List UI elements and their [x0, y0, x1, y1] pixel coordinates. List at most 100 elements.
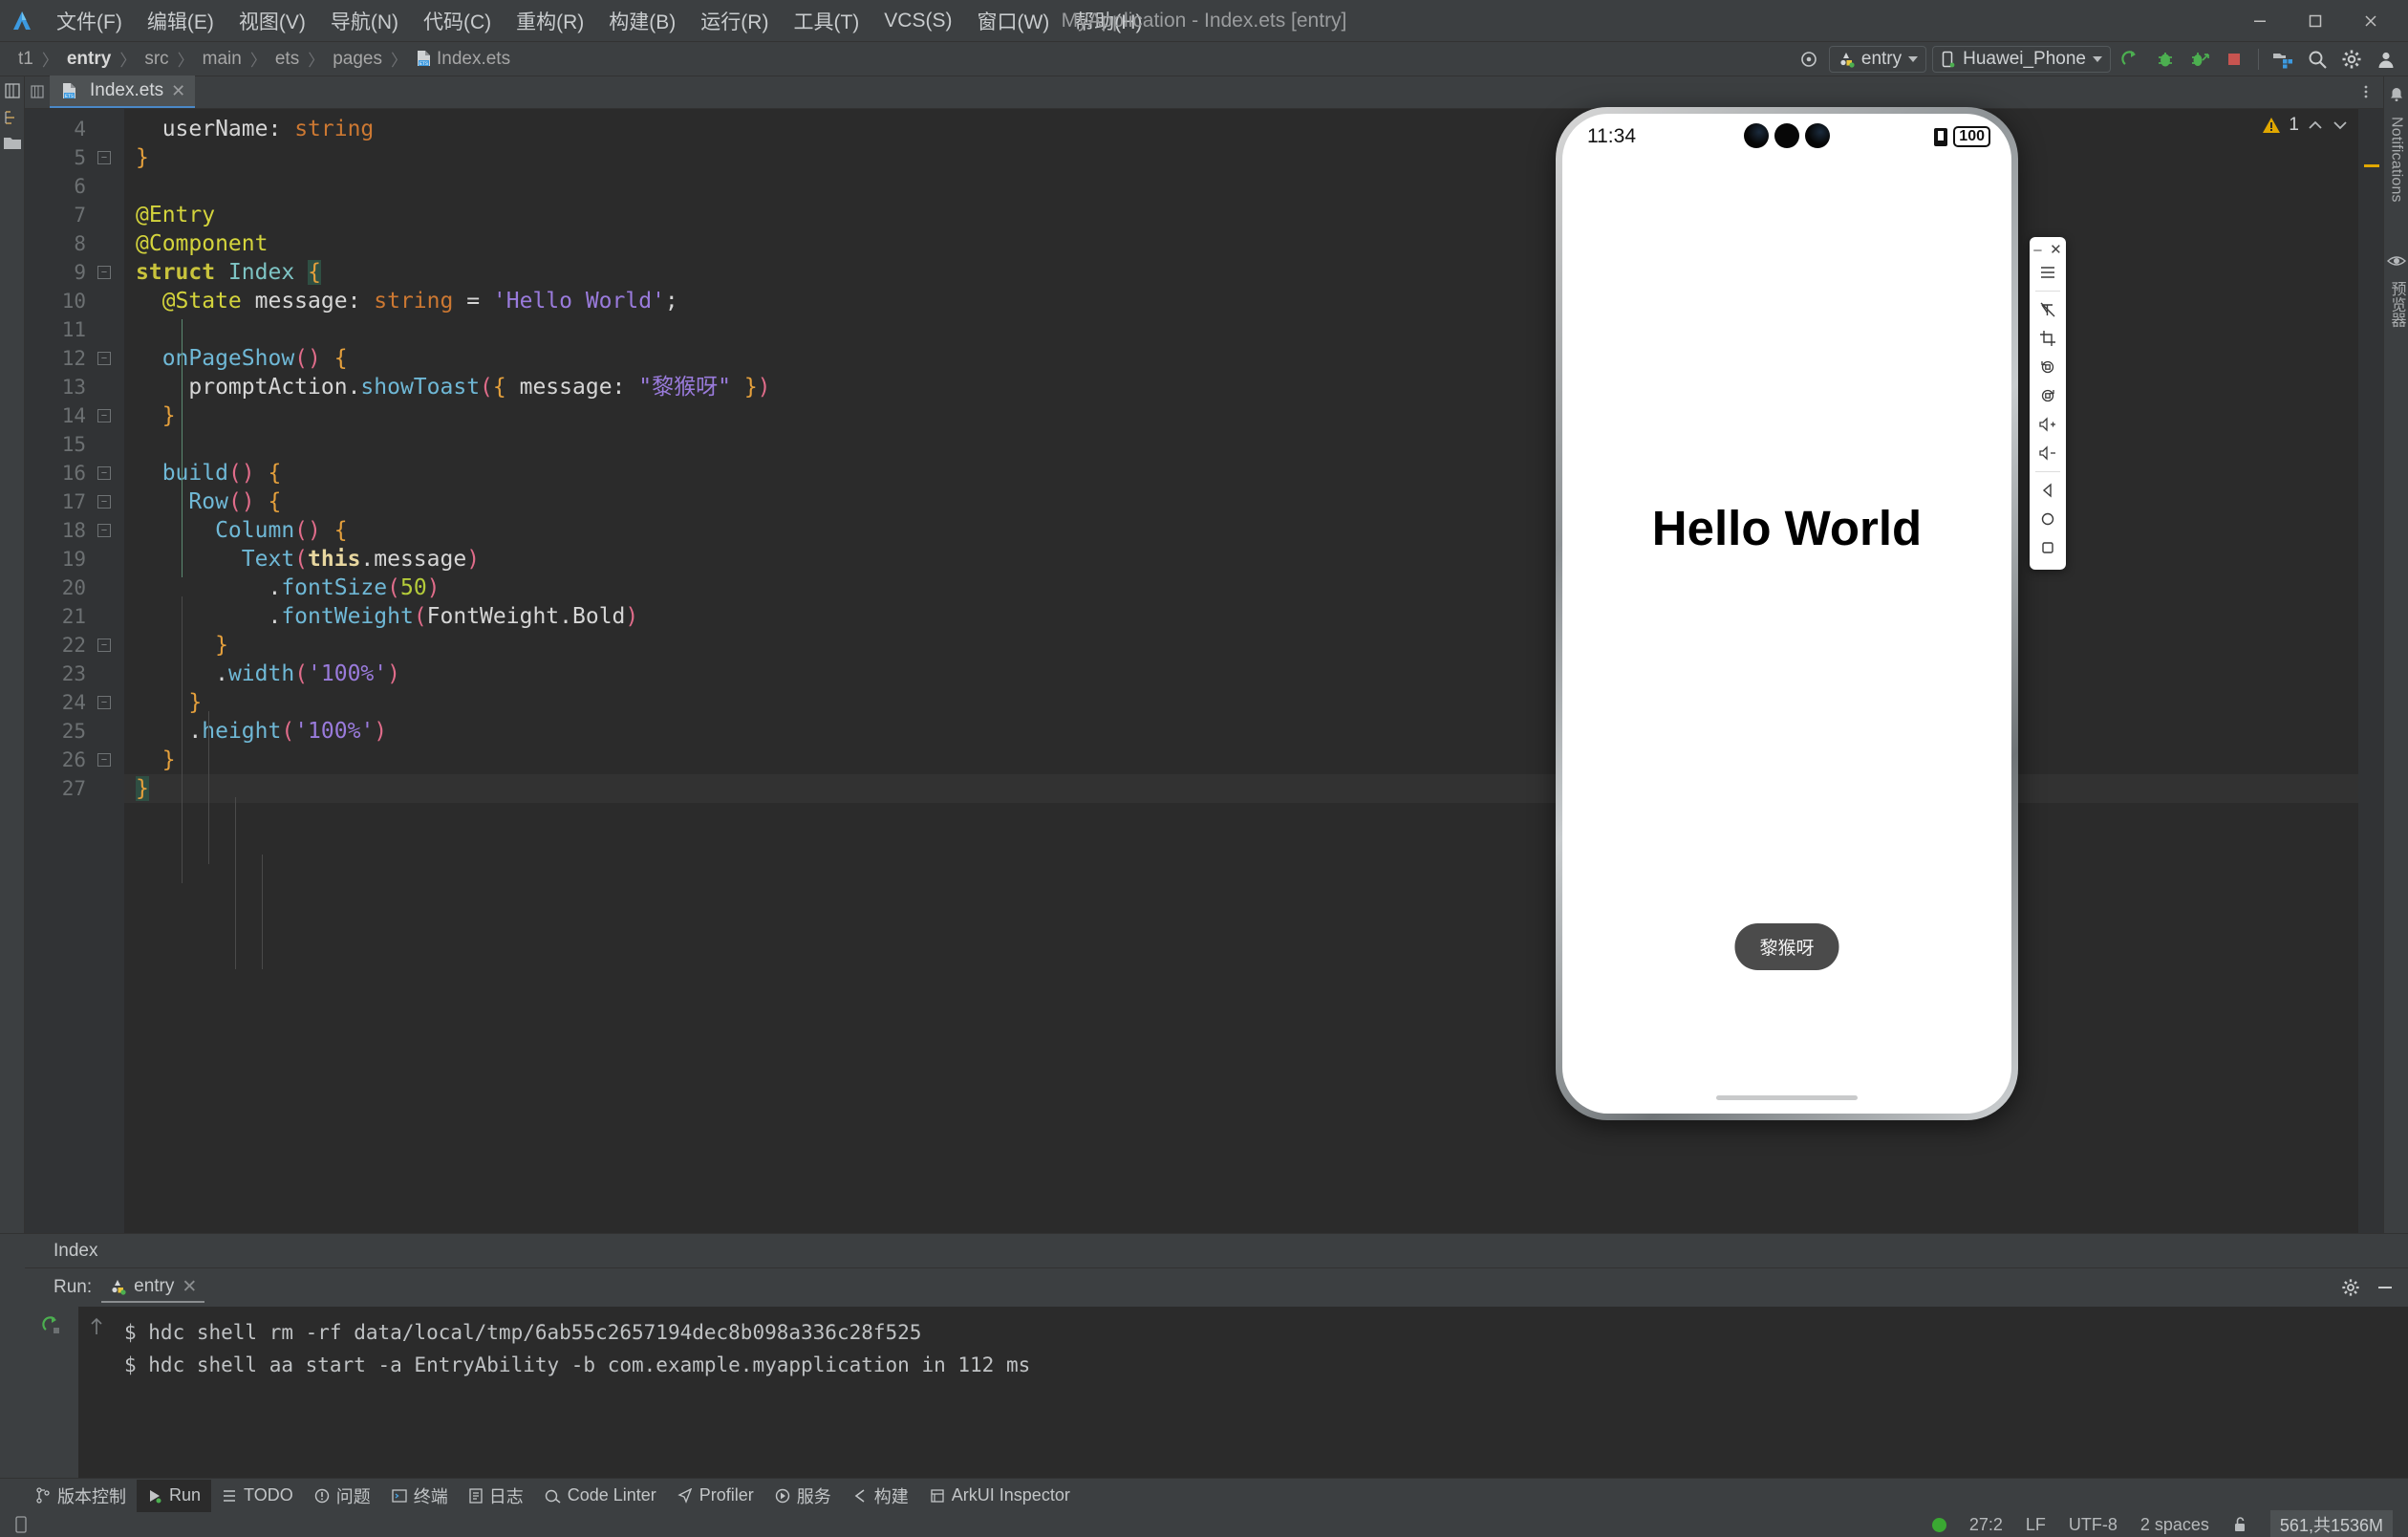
code-line[interactable]: } — [124, 688, 2358, 717]
device-selector[interactable]: Huawei_Phone — [1932, 46, 2111, 73]
window-controls[interactable] — [2232, 1, 2398, 41]
fold-toggle[interactable]: − — [97, 409, 111, 422]
back-icon[interactable] — [2033, 476, 2062, 505]
run-with-profiler-button[interactable] — [2185, 46, 2214, 73]
status-tool-log[interactable]: 日志 — [459, 1480, 534, 1512]
close-icon[interactable]: ✕ — [171, 81, 185, 101]
project-structure-button[interactable] — [2268, 46, 2297, 73]
status-tool-build[interactable]: 构建 — [842, 1480, 919, 1512]
scroll-up-icon[interactable] — [89, 1316, 104, 1337]
code-line[interactable]: struct Index { — [124, 258, 2358, 287]
status-bar-indicators[interactable]: 27:2 LF UTF-8 2 spaces 561,共1536M — [1932, 1510, 2393, 1537]
menu-code[interactable]: 代码(C) — [411, 3, 504, 39]
breadcrumb-item-src[interactable]: src — [140, 48, 173, 71]
code-line[interactable]: .fontWeight(FontWeight.Bold) — [124, 602, 2358, 631]
device-file-browser-status-icon[interactable] — [13, 1516, 29, 1533]
breadcrumb-item-entry[interactable]: entry — [62, 48, 116, 71]
folder-icon[interactable] — [3, 136, 22, 151]
maximize-button[interactable] — [2288, 1, 2343, 41]
editor-inspection-widget[interactable]: 1 — [2262, 115, 2349, 136]
fold-toggle[interactable]: − — [97, 466, 111, 480]
status-tool-profiler[interactable]: Profiler — [667, 1480, 764, 1512]
tab-list-icon[interactable] — [25, 76, 50, 108]
rotate-lock-icon[interactable] — [2033, 295, 2062, 324]
tab-strip-actions[interactable] — [2358, 76, 2383, 108]
search-icon[interactable] — [2303, 46, 2332, 73]
rerun-icon[interactable] — [41, 1314, 62, 1335]
structure-side-icon[interactable] — [4, 109, 21, 126]
breadcrumb-item-index-ets[interactable]: ETSIndex.ets — [411, 48, 515, 71]
run-console[interactable]: $ hdc shell rm -rf data/local/tmp/6ab55c… — [25, 1307, 2408, 1478]
avatar[interactable] — [2372, 46, 2400, 73]
fold-toggle[interactable]: − — [97, 151, 111, 164]
stop-button[interactable] — [2220, 46, 2248, 73]
status-tool-todo[interactable]: TODO — [211, 1480, 304, 1512]
code-line[interactable]: } — [124, 631, 2358, 660]
phone-app-surface[interactable]: Hello World 黎猴呀 — [1562, 160, 2011, 1114]
previewer-eye-icon[interactable] — [2387, 254, 2406, 268]
project-icon[interactable] — [4, 82, 21, 99]
menu-navigate[interactable]: 导航(N) — [318, 3, 411, 39]
code-line[interactable]: } — [124, 143, 2358, 172]
main-toolbar[interactable]: entry Huawei_Phone — [1795, 46, 2400, 73]
rotate-right-icon[interactable] — [2033, 381, 2062, 410]
fold-toggle[interactable]: − — [97, 266, 111, 279]
breadcrumb-item-pages[interactable]: pages — [328, 48, 387, 71]
home-indicator[interactable] — [1716, 1095, 1858, 1100]
breadcrumb-item-t1[interactable]: t1 — [13, 48, 38, 71]
fold-toggle[interactable]: − — [97, 639, 111, 652]
code-line[interactable]: userName: string — [124, 115, 2358, 143]
structure-breadcrumb[interactable]: Index — [25, 1234, 2408, 1268]
code-line[interactable]: @Component — [124, 229, 2358, 258]
fold-toggle[interactable]: − — [97, 696, 111, 709]
menu-icon[interactable] — [2033, 258, 2062, 287]
code-line[interactable]: @State message: string = 'Hello World'; — [124, 287, 2358, 315]
memory-indicator[interactable]: 561,共1536M — [2270, 1510, 2393, 1537]
rotate-left-icon[interactable] — [2033, 353, 2062, 381]
editor-tab-index-ets[interactable]: ETS Index.ets ✕ — [50, 76, 195, 108]
chevron-down-icon[interactable] — [2093, 56, 2102, 62]
volume-up-icon[interactable] — [2033, 410, 2062, 439]
device-emulator[interactable]: 11:34 100 Hello World 黎猴呀 – ✕ — [1556, 107, 2018, 1120]
code-line[interactable]: .width('100%') — [124, 660, 2358, 688]
line-separator[interactable]: LF — [2026, 1515, 2046, 1535]
stripe-warning-mark[interactable] — [2364, 164, 2379, 167]
status-tool-services[interactable]: 服务 — [764, 1480, 842, 1512]
minimize-button[interactable] — [2232, 1, 2288, 41]
volume-down-icon[interactable] — [2033, 439, 2062, 467]
menu-bar[interactable]: 文件(F)编辑(E)视图(V)导航(N)代码(C)重构(R)构建(B)运行(R)… — [44, 3, 1154, 39]
menu-edit[interactable]: 编辑(E) — [135, 3, 226, 39]
code-line[interactable]: .height('100%') — [124, 717, 2358, 746]
fold-toggle[interactable]: − — [97, 524, 111, 537]
sidebar-item-notifications[interactable]: Notifications — [2386, 109, 2407, 210]
breadcrumb[interactable]: t1〉entry〉src〉main〉ets〉pages〉ETSIndex.ets — [0, 47, 515, 71]
indent-setting[interactable]: 2 spaces — [2140, 1515, 2209, 1535]
run-configuration-selector[interactable]: entry — [1829, 46, 1926, 73]
target-icon[interactable] — [1795, 46, 1823, 73]
menu-file[interactable]: 文件(F) — [44, 3, 135, 39]
recents-icon[interactable] — [2033, 533, 2062, 562]
fold-toggle[interactable]: − — [97, 495, 111, 509]
menu-view[interactable]: 视图(V) — [226, 3, 318, 39]
chevron-down-icon[interactable] — [1908, 56, 1918, 62]
minimize-icon[interactable] — [2376, 1278, 2395, 1297]
code-line[interactable]: onPageShow() { — [124, 344, 2358, 373]
code-line[interactable]: Column() { — [124, 516, 2358, 545]
code-line[interactable]: } — [124, 774, 2358, 803]
emulator-minimize-button[interactable]: – — [2033, 243, 2041, 257]
debug-button[interactable] — [2151, 46, 2180, 73]
menu-run[interactable]: 运行(R) — [688, 3, 781, 39]
gear-icon[interactable] — [2341, 1278, 2360, 1297]
fold-toggle[interactable]: − — [97, 352, 111, 365]
screenshot-icon[interactable] — [2033, 324, 2062, 353]
notifications-bell-icon[interactable] — [2388, 86, 2405, 103]
menu-build[interactable]: 构建(B) — [596, 3, 688, 39]
menu-window[interactable]: 窗口(W) — [964, 3, 1062, 39]
run-panel-actions[interactable] — [2341, 1278, 2395, 1297]
emulator-toolbar[interactable]: – ✕ — [2030, 237, 2066, 570]
code-line[interactable] — [124, 172, 2358, 201]
menu-refactor[interactable]: 重构(R) — [504, 3, 596, 39]
close-icon[interactable]: ✕ — [182, 1276, 197, 1298]
status-tool-terminal[interactable]: 终端 — [381, 1480, 459, 1512]
caret-position[interactable]: 27:2 — [1969, 1515, 2003, 1535]
